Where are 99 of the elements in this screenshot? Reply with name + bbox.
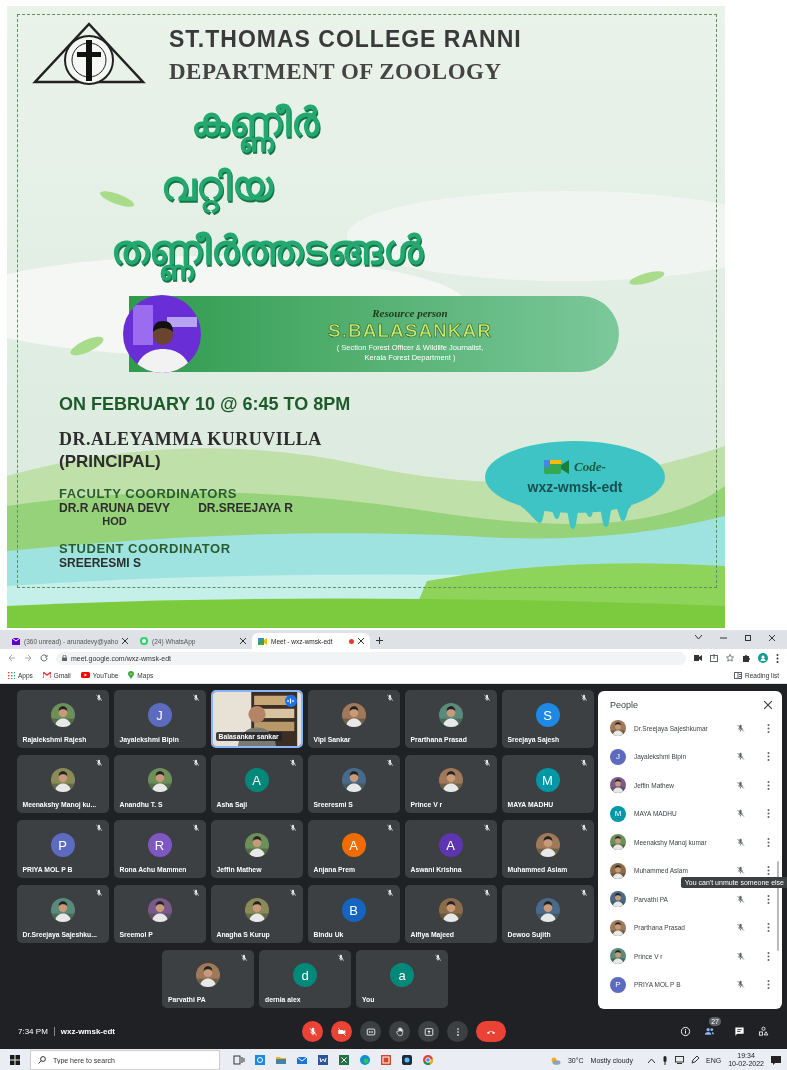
more-icon[interactable] [767, 752, 770, 762]
mic-off-icon [736, 723, 745, 733]
mic-off-icon [736, 837, 745, 847]
new-tab-icon[interactable] [376, 637, 384, 644]
search-icon [38, 1056, 46, 1064]
notification-icon[interactable] [771, 1055, 781, 1065]
avatar: A [341, 833, 366, 857]
camera-app-icon[interactable] [401, 1054, 413, 1066]
store-icon[interactable] [254, 1054, 266, 1066]
info-button[interactable] [680, 1026, 691, 1037]
chat-bubble-icon [140, 637, 149, 645]
more-icon[interactable] [767, 951, 770, 961]
avatar: M [535, 768, 560, 792]
close-icon[interactable] [769, 634, 775, 641]
avatar: P [50, 833, 75, 857]
more-icon[interactable] [776, 653, 779, 663]
mic-off-icon [736, 780, 745, 790]
apps-grid-icon [8, 671, 15, 679]
mic-off-icon [736, 809, 745, 819]
more-icon[interactable] [767, 837, 770, 847]
chat-icon [734, 1026, 745, 1037]
captions-icon [365, 1026, 376, 1037]
mic-off-icon [736, 866, 745, 876]
close-icon[interactable] [764, 701, 772, 709]
hand-button[interactable] [389, 1021, 410, 1042]
present-screen-icon [423, 1026, 434, 1037]
network-icon[interactable] [675, 1056, 684, 1064]
close-icon[interactable] [240, 638, 247, 644]
edge-icon[interactable] [359, 1054, 371, 1066]
mail-icon [42, 672, 51, 678]
reload-icon[interactable] [40, 654, 48, 662]
chrome-icon[interactable] [422, 1054, 434, 1066]
people-icon [704, 1026, 715, 1037]
camera-off-icon [336, 1026, 347, 1037]
share-icon[interactable] [710, 654, 718, 662]
more-icon[interactable] [767, 723, 770, 733]
avatar: P [610, 976, 626, 993]
camera-icon[interactable] [694, 655, 702, 661]
mail-icon[interactable] [296, 1054, 308, 1066]
mic-off-icon [307, 1026, 318, 1037]
hand-icon [394, 1026, 405, 1037]
mic-off-icon [736, 951, 745, 961]
mic-off-icon [736, 894, 745, 904]
excel-icon[interactable] [338, 1054, 350, 1066]
mic-off-icon [736, 752, 745, 762]
weather-icon [549, 1055, 561, 1065]
avatar: d [293, 963, 317, 987]
lock-icon [62, 655, 67, 661]
activities-button[interactable] [758, 1026, 769, 1037]
windows-start-icon[interactable] [10, 1055, 20, 1065]
more-icon[interactable] [767, 809, 770, 819]
more-icon[interactable] [767, 980, 770, 990]
task-view-icon[interactable] [233, 1054, 245, 1066]
more-icon[interactable] [767, 894, 770, 904]
more-icon[interactable] [767, 923, 770, 933]
map-pin-icon [128, 671, 135, 679]
list-icon [734, 671, 743, 679]
powerpoint-icon[interactable] [380, 1054, 392, 1066]
avatar: A [438, 833, 463, 857]
pen-icon[interactable] [691, 1056, 699, 1064]
avatar: a [390, 963, 414, 987]
avatar: B [341, 898, 366, 922]
microphone-icon[interactable] [662, 1055, 668, 1065]
info-icon [680, 1026, 691, 1037]
mic-off-icon [736, 980, 745, 990]
word-icon[interactable] [317, 1054, 329, 1066]
chevron-down-icon[interactable] [695, 634, 702, 640]
avatar: J [610, 748, 626, 765]
folder-icon[interactable] [275, 1054, 287, 1066]
avatar: S [535, 703, 560, 727]
more-icon[interactable] [767, 780, 770, 790]
camera-button[interactable] [331, 1021, 352, 1042]
panel-title: People [610, 700, 639, 710]
mic-off-icon [736, 923, 745, 933]
chat-button[interactable] [734, 1026, 745, 1037]
play-icon [80, 672, 90, 678]
avatar: J [147, 703, 172, 727]
chevron-up-icon[interactable] [648, 1057, 655, 1063]
minimize-icon[interactable] [720, 634, 727, 640]
star-icon[interactable] [726, 654, 734, 662]
puzzle-icon[interactable] [742, 654, 750, 662]
avatar: R [147, 833, 172, 857]
meeting-code: wxz-wmsk-edt [60, 1027, 116, 1036]
more-icon[interactable] [767, 866, 770, 876]
avatar-icon[interactable] [758, 653, 768, 663]
shapes-icon [758, 1026, 769, 1037]
video-camera-icon [258, 637, 268, 645]
more-button[interactable] [447, 1021, 468, 1042]
meeting-time: 7:34 PM [18, 1027, 48, 1036]
close-icon[interactable] [122, 638, 129, 644]
end-call-button[interactable] [476, 1021, 506, 1042]
avatar: A [244, 768, 269, 792]
maximize-icon[interactable] [745, 634, 751, 641]
captions-button[interactable] [360, 1021, 381, 1042]
avatar: M [610, 805, 626, 822]
close-icon[interactable] [358, 638, 365, 644]
mail-icon [12, 637, 20, 645]
present-button[interactable] [418, 1021, 439, 1042]
mic-button[interactable] [302, 1021, 323, 1042]
